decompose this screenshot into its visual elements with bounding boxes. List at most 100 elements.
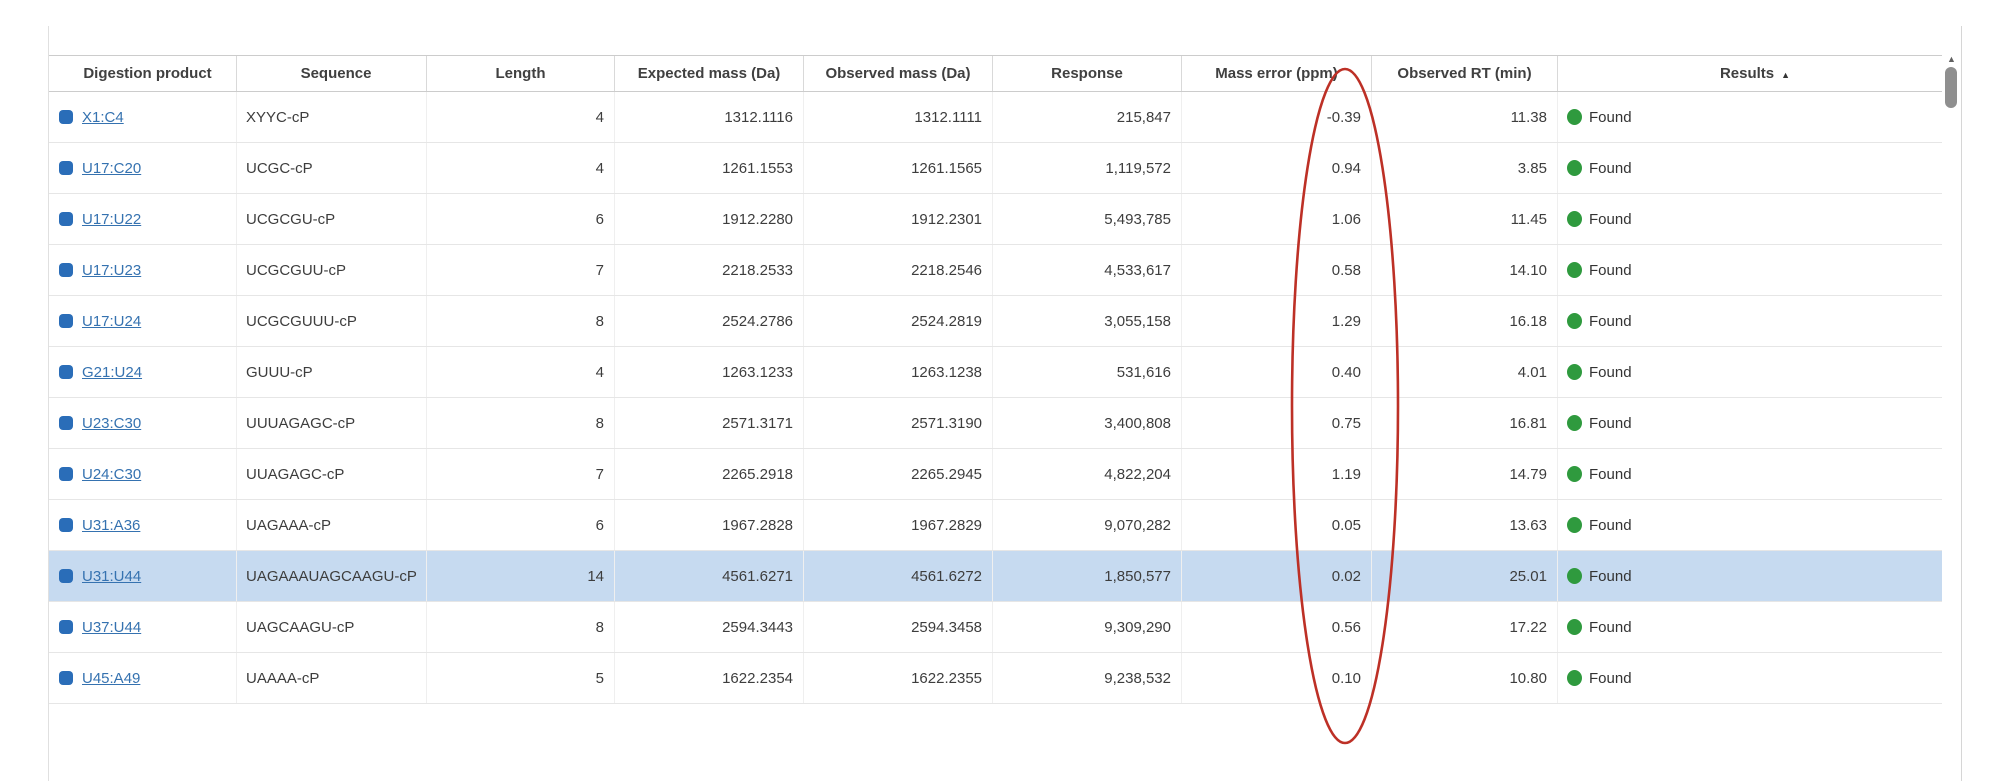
product-square-icon <box>59 416 73 430</box>
sequence-cell: UAGCAAGU-cP <box>237 602 427 652</box>
digestion-product-link[interactable]: U37:U44 <box>82 619 141 636</box>
digestion-product-link[interactable]: U24:C30 <box>82 466 141 483</box>
sequence-cell: UCGC-cP <box>237 143 427 193</box>
observed-rt-cell: 11.45 <box>1372 194 1558 244</box>
response-cell: 531,616 <box>993 347 1182 397</box>
expected-mass-cell: 2524.2786 <box>615 296 804 346</box>
digestion-product-link[interactable]: U17:C20 <box>82 160 141 177</box>
found-status-icon <box>1567 517 1582 533</box>
observed-mass-cell: 1622.2355 <box>804 653 993 703</box>
results-cell: Found <box>1558 602 1943 652</box>
expected-mass-cell: 2265.2918 <box>615 449 804 499</box>
table-row[interactable]: U45:A49 UAAAA-cP 5 1622.2354 1622.2355 9… <box>49 653 1943 704</box>
product-square-icon <box>59 365 73 379</box>
table-row[interactable]: U23:C30 UUUAGAGC-cP 8 2571.3171 2571.319… <box>49 398 1943 449</box>
expected-mass-cell: 2594.3443 <box>615 602 804 652</box>
length-cell: 7 <box>427 449 615 499</box>
results-cell: Found <box>1558 449 1943 499</box>
table-row[interactable]: U31:U44 UAGAAAUAGCAAGU-cP 14 4561.6271 4… <box>49 551 1943 602</box>
digestion-product-cell: X1:C4 <box>49 92 237 142</box>
product-square-icon <box>59 212 73 226</box>
length-cell: 4 <box>427 347 615 397</box>
sort-ascending-icon: ▲ <box>1781 69 1791 80</box>
observed-rt-cell: 16.81 <box>1372 398 1558 448</box>
table-body: X1:C4 XYYC-cP 4 1312.1116 1312.1111 215,… <box>49 92 1943 704</box>
column-header-digestion-product[interactable]: Digestion product <box>49 56 237 91</box>
results-cell: Found <box>1558 347 1943 397</box>
table-row[interactable]: U17:U23 UCGCGUU-cP 7 2218.2533 2218.2546… <box>49 245 1943 296</box>
table-header-row: Digestion product Sequence Length Expect… <box>49 55 1943 92</box>
response-cell: 1,119,572 <box>993 143 1182 193</box>
digestion-product-link[interactable]: G21:U24 <box>82 364 142 381</box>
digestion-product-link[interactable]: X1:C4 <box>82 109 124 126</box>
observed-rt-cell: 4.01 <box>1372 347 1558 397</box>
digestion-product-link[interactable]: U17:U22 <box>82 211 141 228</box>
scrollbar-thumb[interactable] <box>1945 67 1957 108</box>
result-status-label: Found <box>1589 516 1632 534</box>
sequence-cell: UCGCGU-cP <box>237 194 427 244</box>
sequence-cell: UCGCGUUU-cP <box>237 296 427 346</box>
results-cell: Found <box>1558 398 1943 448</box>
result-status-label: Found <box>1589 363 1632 381</box>
table-row[interactable]: U17:U24 UCGCGUUU-cP 8 2524.2786 2524.281… <box>49 296 1943 347</box>
observed-mass-cell: 1912.2301 <box>804 194 993 244</box>
table-row[interactable]: G21:U24 GUUU-cP 4 1263.1233 1263.1238 53… <box>49 347 1943 398</box>
column-header-expected-mass[interactable]: Expected mass (Da) <box>615 56 804 91</box>
found-status-icon <box>1567 670 1582 686</box>
column-header-results[interactable]: Results ▲ <box>1558 56 1943 91</box>
table-row[interactable]: U17:C20 UCGC-cP 4 1261.1553 1261.1565 1,… <box>49 143 1943 194</box>
digestion-product-link[interactable]: U17:U24 <box>82 313 141 330</box>
results-cell: Found <box>1558 653 1943 703</box>
column-header-response[interactable]: Response <box>993 56 1182 91</box>
result-status-label: Found <box>1589 261 1632 279</box>
table-row[interactable]: X1:C4 XYYC-cP 4 1312.1116 1312.1111 215,… <box>49 92 1943 143</box>
response-cell: 9,070,282 <box>993 500 1182 550</box>
result-status-label: Found <box>1589 108 1632 126</box>
response-cell: 9,238,532 <box>993 653 1182 703</box>
digestion-product-link[interactable]: U31:U44 <box>82 568 141 585</box>
length-cell: 8 <box>427 296 615 346</box>
mass-error-cell: 1.19 <box>1182 449 1372 499</box>
results-table: Digestion product Sequence Length Expect… <box>48 26 1962 781</box>
mass-error-cell: 1.29 <box>1182 296 1372 346</box>
product-square-icon <box>59 161 73 175</box>
digestion-product-link[interactable]: U17:U23 <box>82 262 141 279</box>
length-cell: 14 <box>427 551 615 601</box>
observed-mass-cell: 2218.2546 <box>804 245 993 295</box>
sequence-cell: UAGAAA-cP <box>237 500 427 550</box>
found-status-icon <box>1567 466 1582 482</box>
observed-rt-cell: 16.18 <box>1372 296 1558 346</box>
product-square-icon <box>59 569 73 583</box>
result-status-label: Found <box>1589 210 1632 228</box>
scroll-up-icon[interactable]: ▲ <box>1942 54 1961 64</box>
response-cell: 3,400,808 <box>993 398 1182 448</box>
sequence-cell: UUAGAGC-cP <box>237 449 427 499</box>
column-header-mass-error[interactable]: Mass error (ppm) <box>1182 56 1372 91</box>
digestion-product-link[interactable]: U45:A49 <box>82 670 140 687</box>
column-header-length[interactable]: Length <box>427 56 615 91</box>
mass-error-cell: 0.56 <box>1182 602 1372 652</box>
length-cell: 8 <box>427 398 615 448</box>
table-row[interactable]: U31:A36 UAGAAA-cP 6 1967.2828 1967.2829 … <box>49 500 1943 551</box>
table-row[interactable]: U24:C30 UUAGAGC-cP 7 2265.2918 2265.2945… <box>49 449 1943 500</box>
result-status-label: Found <box>1589 567 1632 585</box>
digestion-product-cell: U17:C20 <box>49 143 237 193</box>
product-square-icon <box>59 467 73 481</box>
column-header-observed-mass[interactable]: Observed mass (Da) <box>804 56 993 91</box>
expected-mass-cell: 1312.1116 <box>615 92 804 142</box>
response-cell: 3,055,158 <box>993 296 1182 346</box>
response-cell: 4,533,617 <box>993 245 1182 295</box>
expected-mass-cell: 2571.3171 <box>615 398 804 448</box>
response-cell: 9,309,290 <box>993 602 1182 652</box>
digestion-product-link[interactable]: U31:A36 <box>82 517 140 534</box>
column-header-results-label: Results <box>1719 65 1775 82</box>
length-cell: 6 <box>427 194 615 244</box>
digestion-product-link[interactable]: U23:C30 <box>82 415 141 432</box>
observed-mass-cell: 2524.2819 <box>804 296 993 346</box>
table-row[interactable]: U17:U22 UCGCGU-cP 6 1912.2280 1912.2301 … <box>49 194 1943 245</box>
column-header-observed-rt[interactable]: Observed RT (min) <box>1372 56 1558 91</box>
table-row[interactable]: U37:U44 UAGCAAGU-cP 8 2594.3443 2594.345… <box>49 602 1943 653</box>
found-status-icon <box>1567 160 1582 176</box>
vertical-scrollbar[interactable]: ▲ <box>1942 26 1961 781</box>
column-header-sequence[interactable]: Sequence <box>237 56 427 91</box>
